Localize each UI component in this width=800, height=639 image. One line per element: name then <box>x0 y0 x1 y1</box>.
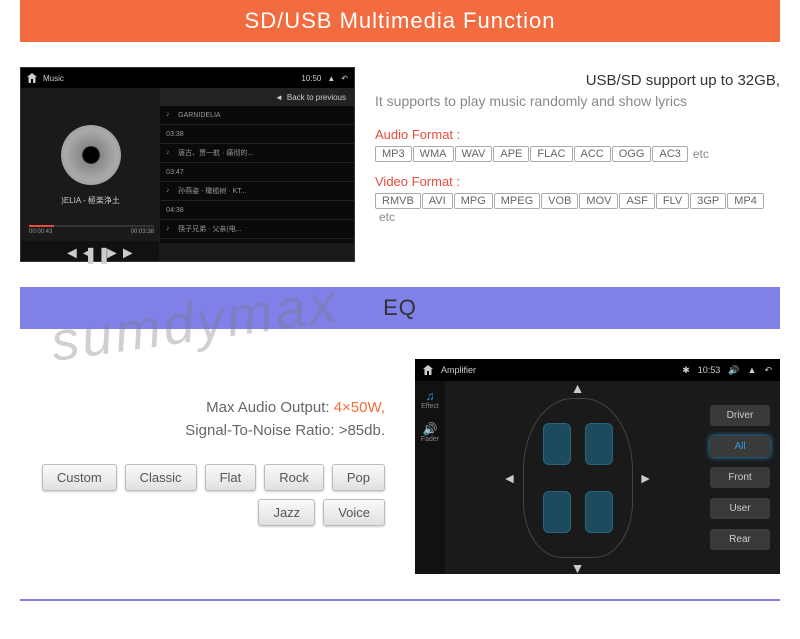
pause-icon: ❚❚ <box>84 245 96 257</box>
amp-status-bar: Amplifier ✱ 10:53 🔊 ▲ ↶ <box>415 359 780 381</box>
eq-button-classic[interactable]: Classic <box>125 464 197 491</box>
note-icon: ♪ <box>166 149 174 157</box>
etc-label: etc <box>693 147 709 161</box>
total-time: 00:03:38 <box>131 229 154 235</box>
note-icon: ♪ <box>166 225 174 233</box>
playlist: ♪GARNIDELIA 03:38 ♪唐古、贾一航 · 痛彻的... 03:47… <box>160 106 354 239</box>
etc-label: etc <box>379 210 395 224</box>
home-icon <box>27 73 37 83</box>
usb-headline: USB/SD support up to 32GB, <box>375 72 780 89</box>
now-playing-title: )ELIA - 極楽浄土 <box>61 195 120 206</box>
player-status-bar: Music 10:50 ▲ ↶ <box>21 68 354 88</box>
home-icon <box>423 365 433 375</box>
format-chip: OGG <box>612 146 652 162</box>
audio-format-label: Audio Format : <box>375 127 780 142</box>
eq-button-pop[interactable]: Pop <box>332 464 385 491</box>
usb-subline: It supports to play music randomly and s… <box>375 93 780 109</box>
wifi-icon: ▲ <box>327 74 335 83</box>
car-fader-diagram: ◄ ► ▲ ▼ <box>445 381 710 574</box>
format-chip: MP3 <box>375 146 412 162</box>
elapsed-time: 00:00:43 <box>29 229 52 235</box>
amp-btn-user: User <box>710 498 770 519</box>
amp-preset-buttons: Driver All Front User Rear <box>710 381 780 574</box>
amp-clock: 10:53 <box>698 365 721 375</box>
amp-btn-front: Front <box>710 467 770 488</box>
format-chip: APE <box>493 146 529 162</box>
effect-tab: ♫Effect <box>421 389 439 410</box>
audio-format-row: MP3 WMA WAV APE FLAC ACC OGG AC3 etc <box>375 146 780 162</box>
format-chip: ASF <box>619 193 654 209</box>
eq-button-jazz[interactable]: Jazz <box>258 499 315 526</box>
amp-btn-driver: Driver <box>710 405 770 426</box>
album-disc-icon <box>61 125 121 185</box>
arrow-up-icon: ▲ <box>571 380 585 396</box>
arrow-left-icon: ◄ <box>503 470 517 486</box>
max-output-line: Max Audio Output: 4×50W, <box>20 399 385 416</box>
eq-button-flat[interactable]: Flat <box>205 464 257 491</box>
progress-bar: 00:00:43 00:03:38 <box>29 225 154 239</box>
effect-icon: ♫ <box>421 389 439 403</box>
format-chip: AC3 <box>652 146 687 162</box>
format-chip: ACC <box>574 146 611 162</box>
amplifier-screenshot: Amplifier ✱ 10:53 🔊 ▲ ↶ ♫Effect 🔊Fader <box>415 359 780 574</box>
section-1-body: Music 10:50 ▲ ↶ )ELIA - 極楽浄土 ◄ Back to p… <box>20 42 780 287</box>
format-chip: MPEG <box>494 193 540 209</box>
format-chip: WAV <box>455 146 493 162</box>
section-2-body: Max Audio Output: 4×50W, Signal-To-Noise… <box>20 329 780 584</box>
player-app-label: Music <box>43 74 64 83</box>
back-to-previous: ◄ Back to previous <box>160 88 354 106</box>
back-icon: ↶ <box>341 74 348 83</box>
arrow-left-icon: ◄ <box>275 93 283 102</box>
amp-btn-all: All <box>710 436 770 457</box>
format-chip: FLV <box>656 193 689 209</box>
wifi-icon: ▲ <box>748 365 757 375</box>
seat-front-left <box>543 423 571 465</box>
eq-preset-buttons: Custom Classic Flat Rock Pop Jazz Voice <box>20 464 385 526</box>
amp-btn-rear: Rear <box>710 529 770 550</box>
note-icon: ♪ <box>166 187 174 195</box>
back-icon: ↶ <box>764 365 772 376</box>
note-icon: ♪ <box>166 111 174 119</box>
format-chip: 3GP <box>690 193 726 209</box>
section-2-title: EQ <box>383 295 417 321</box>
player-clock: 10:50 <box>301 74 321 83</box>
eq-button-voice[interactable]: Voice <box>323 499 385 526</box>
format-chip: MOV <box>579 193 618 209</box>
section-1-header: SD/USB Multimedia Function <box>20 0 780 42</box>
player-controls: ◄◄ ❚❚ ►► <box>21 241 159 261</box>
music-player-screenshot: Music 10:50 ▲ ↶ )ELIA - 極楽浄土 ◄ Back to p… <box>20 67 355 262</box>
format-chip: MP4 <box>727 193 764 209</box>
format-chip: MPG <box>454 193 493 209</box>
bluetooth-icon: ✱ <box>682 365 690 376</box>
section-2-header: EQ <box>20 287 780 329</box>
video-format-label: Video Format : <box>375 174 780 189</box>
footer-divider <box>20 599 780 601</box>
next-icon: ►► <box>104 245 116 257</box>
section-1-title: SD/USB Multimedia Function <box>245 8 556 34</box>
eq-button-rock[interactable]: Rock <box>264 464 324 491</box>
amp-app-label: Amplifier <box>441 365 476 375</box>
seat-rear-right <box>585 491 613 533</box>
arrow-right-icon: ► <box>639 470 653 486</box>
format-chip: VOB <box>541 193 578 209</box>
snr-line: Signal-To-Noise Ratio: >85db. <box>20 422 385 439</box>
format-chip: WMA <box>413 146 454 162</box>
eq-button-custom[interactable]: Custom <box>42 464 117 491</box>
seat-rear-left <box>543 491 571 533</box>
seat-front-right <box>585 423 613 465</box>
prev-icon: ◄◄ <box>64 245 76 257</box>
format-chip: AVI <box>422 193 453 209</box>
format-chip: RMVB <box>375 193 421 209</box>
amp-sidebar: ♫Effect 🔊Fader <box>415 381 445 574</box>
arrow-down-icon: ▼ <box>571 560 585 576</box>
format-chip: FLAC <box>530 146 572 162</box>
volume-icon: 🔊 <box>728 365 739 376</box>
fader-tab: 🔊Fader <box>421 422 439 443</box>
fader-icon: 🔊 <box>421 422 439 436</box>
video-format-row: RMVB AVI MPG MPEG VOB MOV ASF FLV 3GP MP… <box>375 193 780 224</box>
